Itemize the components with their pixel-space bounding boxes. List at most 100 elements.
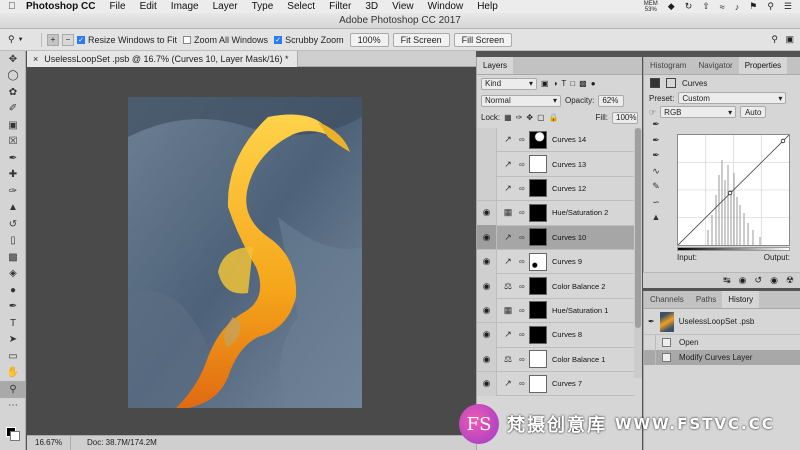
menu-help[interactable]: Help	[477, 1, 498, 12]
visibility-eye-icon[interactable]: ◉	[477, 176, 497, 201]
layer-mask-thumbnail[interactable]	[529, 325, 547, 344]
menu-app[interactable]: Photoshop CC	[26, 1, 95, 12]
blur-tool-icon[interactable]: ◈	[0, 266, 26, 283]
layer-row[interactable]: ◉ ↗ ∞ Curves 12	[477, 176, 635, 202]
tab-histogram[interactable]: Histogram	[644, 57, 692, 74]
tab-history[interactable]: History	[722, 291, 760, 308]
workspace-icon[interactable]: ▣	[785, 34, 794, 45]
layer-mask-thumbnail[interactable]	[529, 203, 547, 222]
wifi-icon[interactable]: ≈	[720, 2, 725, 12]
visibility-eye-icon[interactable]: ◉	[770, 275, 778, 286]
colorbalance-adjustment-icon[interactable]: ⚖	[501, 281, 515, 292]
lock-transparent-icon[interactable]: ▦	[504, 113, 512, 122]
menu-file[interactable]: File	[109, 1, 125, 12]
mask-link-icon[interactable]: ∞	[519, 160, 527, 169]
layer-mask-thumbnail[interactable]	[529, 252, 547, 271]
mask-icon[interactable]	[666, 78, 676, 88]
visibility-eye-icon[interactable]: ◉	[477, 127, 497, 152]
type-filter-icon[interactable]: T	[561, 79, 566, 88]
fit-screen-button[interactable]: Fit Screen	[392, 32, 450, 47]
menu-type[interactable]: Type	[252, 1, 274, 12]
lock-artboard-icon[interactable]: ▢	[537, 113, 545, 122]
lock-position-icon[interactable]: ✥	[526, 113, 533, 122]
resize-windows-checkbox[interactable]: ✓ Resize Windows to Fit	[77, 35, 177, 45]
pencil-icon[interactable]: ✎	[649, 181, 663, 197]
eraser-tool-icon[interactable]: ▯	[0, 233, 26, 250]
smooth-icon[interactable]: ∽	[649, 197, 663, 213]
layer-mask-thumbnail[interactable]	[529, 350, 547, 369]
document-tab[interactable]: × UselessLoopSet .psb @ 16.7% (Curves 10…	[27, 51, 298, 67]
fill-screen-button[interactable]: Fill Screen	[453, 32, 513, 47]
visibility-eye-icon[interactable]: ◉	[477, 152, 497, 177]
tab-layers[interactable]: Layers	[477, 57, 514, 74]
trash-icon[interactable]: ☢	[786, 275, 794, 286]
mask-link-icon[interactable]: ∞	[519, 306, 527, 315]
zoom-level[interactable]: 16.67%	[27, 436, 71, 450]
menu-layer[interactable]: Layer	[213, 1, 238, 12]
kind-filter-select[interactable]: Kind ▾	[481, 77, 537, 90]
eyedropper-tool-icon[interactable]: ✒	[0, 150, 26, 167]
curves-adjustment-icon[interactable]: ↗	[501, 256, 515, 267]
menu-3d[interactable]: 3D	[365, 1, 378, 12]
colorbalance-adjustment-icon[interactable]: ⚖	[501, 354, 515, 365]
sync-icon[interactable]: ↻	[685, 1, 693, 12]
layer-row[interactable]: ◉ ↗ ∞ Curves 9	[477, 249, 635, 275]
search-icon[interactable]: ⚲	[767, 1, 774, 12]
zoom-in-button[interactable]: +	[47, 33, 59, 46]
layer-mask-thumbnail[interactable]	[529, 277, 547, 296]
adjustment-filter-icon[interactable]: ◑	[553, 79, 558, 88]
visibility-eye-icon[interactable]: ◉	[477, 200, 497, 225]
close-icon[interactable]: ×	[33, 51, 38, 67]
pixel-filter-icon[interactable]: ▣	[541, 79, 549, 88]
visibility-eye-icon[interactable]: ◉	[477, 298, 497, 323]
apple-icon[interactable]: 	[8, 1, 18, 12]
reset-icon[interactable]: ↺	[755, 275, 763, 286]
auto-button[interactable]: Auto	[740, 106, 767, 118]
move-tool-icon[interactable]: ✥	[0, 51, 26, 68]
layer-row[interactable]: ◉ ↗ ∞ Curves 14	[477, 127, 635, 153]
type-tool-icon[interactable]: T	[0, 315, 26, 332]
history-source-box[interactable]	[644, 350, 656, 365]
layer-row[interactable]: ◉ ↗ ∞ Curves 7	[477, 371, 635, 397]
curves-adjustment-icon[interactable]: ↗	[501, 183, 515, 194]
layer-mask-thumbnail[interactable]	[529, 228, 547, 247]
mask-link-icon[interactable]: ∞	[519, 282, 527, 291]
lock-pixels-icon[interactable]: ✑	[516, 113, 523, 122]
tab-paths[interactable]: Paths	[690, 291, 722, 308]
marquee-tool-icon[interactable]: ◯	[0, 68, 26, 85]
mask-link-icon[interactable]: ∞	[519, 355, 527, 364]
shape-filter-icon[interactable]: □	[570, 79, 575, 88]
blend-mode-select[interactable]: Normal ▾	[481, 94, 561, 107]
curves-adjustment-icon[interactable]	[650, 78, 660, 88]
history-source-box[interactable]	[644, 335, 656, 350]
history-brush-tool-icon[interactable]: ↺	[0, 216, 26, 233]
white-point-eyedropper-icon[interactable]: ✒	[649, 150, 663, 166]
brush-tool-icon[interactable]: ✑	[0, 183, 26, 200]
layers-scrollbar[interactable]	[634, 128, 642, 378]
mask-link-icon[interactable]: ∞	[519, 257, 527, 266]
visibility-eye-icon[interactable]: ◉	[477, 225, 497, 250]
history-item[interactable]: Modify Curves Layer	[644, 350, 800, 365]
menu-window[interactable]: Window	[428, 1, 464, 12]
document-image[interactable]	[128, 97, 362, 408]
visibility-eye-icon[interactable]: ◉	[477, 249, 497, 274]
lasso-tool-icon[interactable]: ✿	[0, 84, 26, 101]
clone-stamp-tool-icon[interactable]: ▲	[0, 200, 26, 217]
layer-mask-thumbnail[interactable]	[529, 155, 547, 174]
zoom-out-button[interactable]: −	[62, 33, 74, 46]
menu-list-icon[interactable]: ☰	[784, 1, 792, 12]
curves-adjustment-icon[interactable]: ↗	[501, 232, 515, 243]
curves-adjustment-icon[interactable]: ↗	[501, 134, 515, 145]
curves-adjustment-icon[interactable]: ↗	[501, 159, 515, 170]
layer-row[interactable]: ◉ ⚖ ∞ Color Balance 1	[477, 347, 635, 372]
layer-row[interactable]: ◉ ↗ ∞ Curves 10	[477, 225, 635, 250]
background-color-swatch[interactable]	[10, 431, 20, 441]
curves-adjustment-icon[interactable]: ↗	[501, 378, 515, 389]
curves-adjustment-icon[interactable]: ↗	[501, 329, 515, 340]
shape-tool-icon[interactable]: ▭	[0, 348, 26, 365]
preset-select[interactable]: Custom ▾	[678, 92, 787, 104]
volume-icon[interactable]: ♪	[735, 2, 740, 12]
fill-input[interactable]: 100%	[612, 111, 638, 124]
mask-link-icon[interactable]: ∞	[519, 135, 527, 144]
search-icon[interactable]: ⚲	[771, 34, 778, 45]
